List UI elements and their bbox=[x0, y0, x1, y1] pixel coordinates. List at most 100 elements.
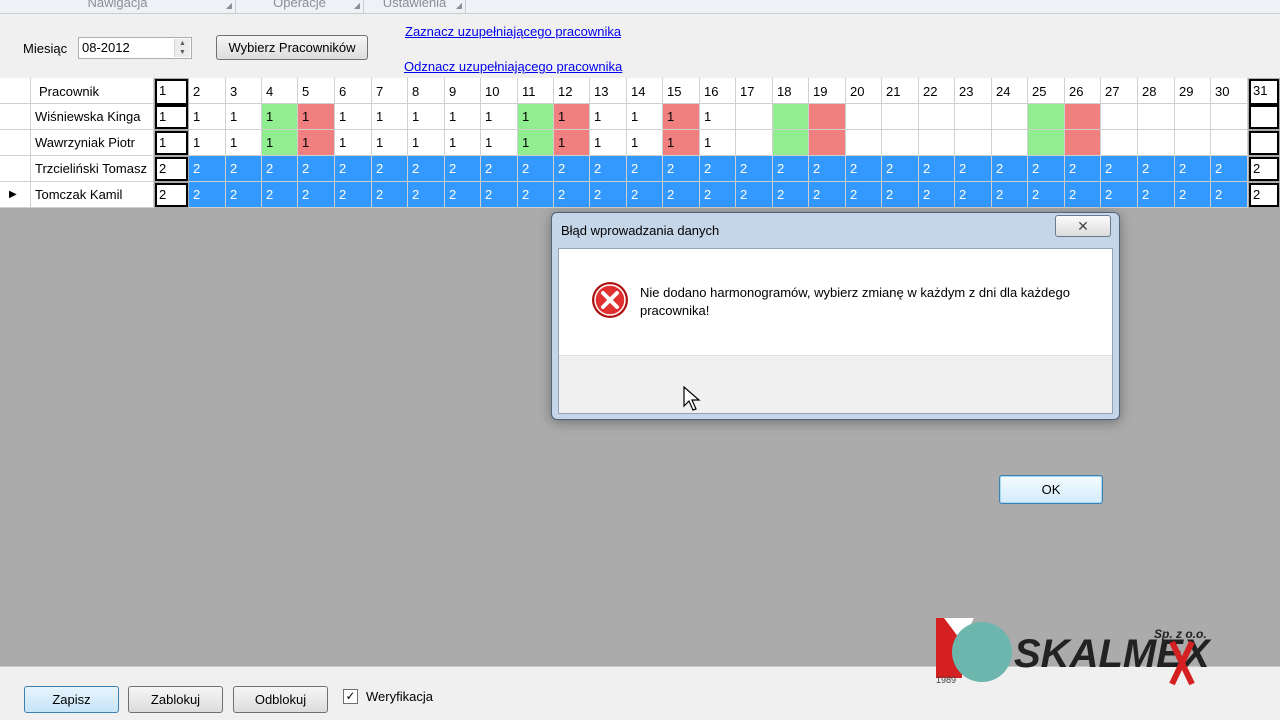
schedule-cell[interactable]: 2 bbox=[189, 182, 226, 208]
row-header[interactable] bbox=[0, 156, 31, 182]
schedule-cell[interactable]: 2 bbox=[298, 182, 335, 208]
row-header[interactable] bbox=[0, 104, 31, 130]
schedule-cell[interactable] bbox=[736, 104, 773, 130]
schedule-cell[interactable]: 2 bbox=[736, 182, 773, 208]
schedule-cell[interactable]: 2 bbox=[773, 182, 809, 208]
schedule-cell[interactable] bbox=[955, 130, 992, 156]
schedule-cell[interactable]: 1 bbox=[226, 130, 262, 156]
column-header-day[interactable]: 26 bbox=[1065, 78, 1101, 104]
employee-name-cell[interactable]: Tomczak Kamil bbox=[31, 182, 154, 208]
schedule-cell[interactable]: 2 bbox=[1138, 182, 1175, 208]
schedule-cell[interactable]: 2 bbox=[1138, 156, 1175, 182]
schedule-cell[interactable]: 2 bbox=[335, 182, 372, 208]
unlock-button[interactable]: Odblokuj bbox=[233, 686, 328, 713]
column-header-day[interactable]: 16 bbox=[700, 78, 736, 104]
month-spinner[interactable]: ▲ ▼ bbox=[174, 39, 190, 57]
schedule-cell[interactable]: 2 bbox=[481, 156, 518, 182]
column-header-day[interactable]: 8 bbox=[408, 78, 445, 104]
schedule-cell[interactable]: 1 bbox=[518, 104, 554, 130]
schedule-cell[interactable]: 1 bbox=[554, 104, 590, 130]
schedule-cell[interactable] bbox=[1175, 104, 1211, 130]
schedule-cell[interactable]: 1 bbox=[627, 104, 663, 130]
schedule-cell[interactable]: 1 bbox=[262, 104, 298, 130]
row-header[interactable] bbox=[0, 130, 31, 156]
schedule-cell[interactable]: 2 bbox=[335, 156, 372, 182]
employee-name-cell[interactable]: Wiśniewska Kinga bbox=[31, 104, 154, 130]
schedule-cell[interactable] bbox=[955, 104, 992, 130]
schedule-cell[interactable] bbox=[919, 130, 955, 156]
column-header-day[interactable]: 15 bbox=[663, 78, 700, 104]
schedule-cell[interactable]: 1 bbox=[155, 105, 188, 129]
schedule-cell[interactable]: 1 bbox=[700, 130, 736, 156]
schedule-cell[interactable]: 1 bbox=[298, 104, 335, 130]
column-header-day[interactable]: 20 bbox=[846, 78, 882, 104]
column-header-day[interactable]: 29 bbox=[1175, 78, 1211, 104]
schedule-cell[interactable]: 1 bbox=[408, 104, 445, 130]
schedule-cell[interactable]: 2 bbox=[882, 156, 919, 182]
close-button[interactable]: ✕ bbox=[1055, 215, 1111, 237]
schedule-cell[interactable]: 2 bbox=[992, 156, 1028, 182]
column-header-day[interactable]: 11 bbox=[518, 78, 554, 104]
schedule-cell[interactable] bbox=[809, 104, 846, 130]
schedule-cell[interactable]: 2 bbox=[226, 156, 262, 182]
ok-button[interactable]: OK bbox=[999, 475, 1103, 504]
schedule-cell[interactable] bbox=[1101, 130, 1138, 156]
select-employees-button[interactable]: Wybierz Pracowników bbox=[216, 35, 368, 60]
schedule-cell[interactable]: 2 bbox=[1211, 182, 1248, 208]
schedule-cell[interactable]: 2 bbox=[846, 182, 882, 208]
column-header-employee[interactable]: Pracownik bbox=[31, 78, 154, 104]
schedule-cell[interactable]: 1 bbox=[408, 130, 445, 156]
schedule-cell[interactable]: 1 bbox=[189, 130, 226, 156]
schedule-cell[interactable]: 2 bbox=[700, 156, 736, 182]
schedule-cell[interactable] bbox=[846, 104, 882, 130]
schedule-cell[interactable]: 1 bbox=[590, 130, 627, 156]
column-header-day[interactable]: 2 bbox=[189, 78, 226, 104]
schedule-cell[interactable]: 2 bbox=[481, 182, 518, 208]
column-header-day[interactable]: 14 bbox=[627, 78, 663, 104]
spin-up-icon[interactable]: ▲ bbox=[175, 39, 190, 48]
schedule-cell[interactable]: 2 bbox=[1249, 157, 1279, 181]
schedule-cell[interactable] bbox=[919, 104, 955, 130]
schedule-cell[interactable]: 2 bbox=[554, 156, 590, 182]
schedule-cell[interactable]: 1 bbox=[663, 130, 700, 156]
schedule-cell[interactable] bbox=[882, 130, 919, 156]
schedule-cell[interactable]: 2 bbox=[155, 157, 188, 181]
column-header-day[interactable]: 17 bbox=[736, 78, 773, 104]
row-header[interactable]: ▶ bbox=[0, 182, 31, 208]
schedule-cell[interactable]: 2 bbox=[736, 156, 773, 182]
column-header-day[interactable]: 4 bbox=[262, 78, 298, 104]
schedule-cell[interactable]: 2 bbox=[773, 156, 809, 182]
schedule-cell[interactable]: 2 bbox=[955, 182, 992, 208]
schedule-cell[interactable]: 2 bbox=[1175, 182, 1211, 208]
schedule-cell[interactable]: 1 bbox=[445, 104, 481, 130]
column-header-day[interactable]: 25 bbox=[1028, 78, 1065, 104]
dialog-launcher-icon[interactable]: ◢ bbox=[354, 1, 360, 10]
column-header-day[interactable]: 10 bbox=[481, 78, 518, 104]
schedule-cell[interactable]: 2 bbox=[372, 182, 408, 208]
schedule-cell[interactable]: 2 bbox=[298, 156, 335, 182]
schedule-cell[interactable]: 2 bbox=[992, 182, 1028, 208]
column-header-day[interactable]: 21 bbox=[882, 78, 919, 104]
schedule-cell[interactable]: 2 bbox=[1101, 182, 1138, 208]
lock-button[interactable]: Zablokuj bbox=[128, 686, 223, 713]
schedule-cell[interactable]: 2 bbox=[262, 156, 298, 182]
schedule-cell[interactable]: 1 bbox=[590, 104, 627, 130]
schedule-cell[interactable]: 1 bbox=[262, 130, 298, 156]
schedule-cell[interactable]: 2 bbox=[372, 156, 408, 182]
column-header-day[interactable]: 23 bbox=[955, 78, 992, 104]
column-header-day[interactable]: 27 bbox=[1101, 78, 1138, 104]
schedule-cell[interactable] bbox=[1065, 130, 1101, 156]
dialog-launcher-icon[interactable]: ◢ bbox=[226, 1, 232, 10]
schedule-cell[interactable] bbox=[1211, 104, 1248, 130]
column-header-day[interactable]: 30 bbox=[1211, 78, 1248, 104]
schedule-cell[interactable]: 2 bbox=[226, 182, 262, 208]
schedule-cell[interactable] bbox=[1138, 130, 1175, 156]
schedule-cell[interactable]: 1 bbox=[335, 130, 372, 156]
column-header-day[interactable]: 6 bbox=[335, 78, 372, 104]
schedule-cell[interactable]: 1 bbox=[627, 130, 663, 156]
column-header-day[interactable]: 12 bbox=[554, 78, 590, 104]
schedule-cell[interactable]: 1 bbox=[518, 130, 554, 156]
schedule-cell[interactable]: 1 bbox=[554, 130, 590, 156]
schedule-cell[interactable]: 2 bbox=[1028, 156, 1065, 182]
schedule-cell[interactable]: 2 bbox=[262, 182, 298, 208]
